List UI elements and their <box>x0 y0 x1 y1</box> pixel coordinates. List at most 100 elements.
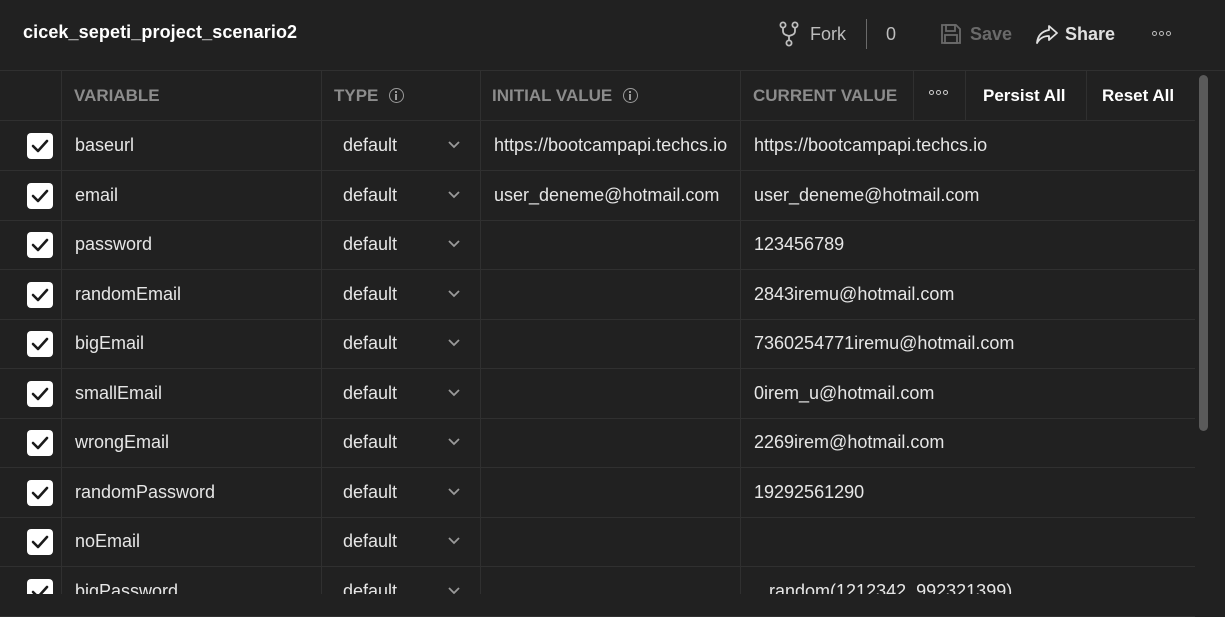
chevron-down-icon[interactable] <box>447 140 461 150</box>
save-button[interactable]: Save <box>940 20 1012 48</box>
column-header-current-value: CURRENT VALUE <box>753 85 898 105</box>
variable-name-cell[interactable]: wrongEmail <box>75 418 315 467</box>
current-value-cell[interactable]: https://bootcampapi.techcs.io <box>754 121 1184 170</box>
fork-label: Fork <box>810 23 846 44</box>
type-select[interactable]: default <box>343 418 433 467</box>
checkmark-icon <box>31 387 49 400</box>
column-divider <box>965 71 966 120</box>
checkmark-icon <box>31 288 49 301</box>
initial-value-cell[interactable] <box>494 369 737 418</box>
initial-value-cell[interactable]: user_deneme@hotmail.com <box>494 171 737 220</box>
variable-name-cell[interactable]: noEmail <box>75 517 315 566</box>
chevron-down-icon[interactable] <box>447 388 461 398</box>
initial-value-header-label: INITIAL VALUE <box>492 85 613 105</box>
top-bar: cicek_sepeti_project_scenario2 Fork 0 Sa… <box>0 0 1225 71</box>
column-divider <box>480 71 481 594</box>
initial-value-cell[interactable] <box>494 319 737 368</box>
save-label: Save <box>970 23 1013 44</box>
type-select[interactable]: default <box>343 468 433 517</box>
current-value-cell[interactable]: 2269irem@hotmail.com <box>754 418 1184 467</box>
fork-count[interactable]: 0 <box>886 24 896 45</box>
fork-icon <box>778 21 800 47</box>
variable-name-cell[interactable]: smallEmail <box>75 369 315 418</box>
row-enabled-checkbox[interactable] <box>27 331 53 357</box>
chevron-down-icon[interactable] <box>447 338 461 348</box>
type-select[interactable]: default <box>343 369 433 418</box>
checkmark-icon <box>31 486 49 499</box>
type-select[interactable]: default <box>343 171 433 220</box>
type-select[interactable]: default <box>343 220 433 269</box>
table-row: bigPassword default _.random(1212342, 9923… <box>0 567 1195 617</box>
chevron-down-icon[interactable] <box>447 536 461 546</box>
chevron-down-icon[interactable] <box>447 437 461 447</box>
type-select[interactable]: default <box>343 121 433 170</box>
checkmark-icon <box>31 535 49 549</box>
row-enabled-checkbox[interactable] <box>27 380 53 407</box>
table-row: wrongEmail default 2269irem@hotmail.com <box>0 418 1195 468</box>
reset-all-button[interactable]: Reset All <box>1102 71 1174 120</box>
current-value-cell[interactable]: 123456789 <box>754 220 1184 269</box>
checkmark-icon <box>31 189 49 202</box>
initial-value-cell[interactable] <box>494 418 737 467</box>
type-select[interactable]: default <box>343 270 433 319</box>
initial-value-cell[interactable] <box>494 517 737 566</box>
row-enabled-checkbox[interactable] <box>27 182 53 209</box>
variable-name-cell[interactable]: baseurl <box>75 121 315 170</box>
chevron-down-icon[interactable] <box>447 190 461 200</box>
table-row: email default user_deneme@hotmail.com user_… <box>0 171 1195 221</box>
more-options-icon[interactable] <box>1152 27 1176 39</box>
initial-value-cell[interactable] <box>494 270 737 319</box>
variable-name-cell[interactable]: password <box>75 220 315 269</box>
column-divider <box>61 71 62 594</box>
persist-all-button[interactable]: Persist All <box>983 71 1066 120</box>
current-value-cell[interactable]: 0irem_u@hotmail.com <box>754 369 1184 418</box>
info-icon[interactable] <box>623 88 639 103</box>
info-icon[interactable] <box>389 88 405 103</box>
fork-button[interactable]: Fork <box>778 20 846 48</box>
variable-name-cell[interactable]: randomEmail <box>75 270 315 319</box>
chevron-down-icon[interactable] <box>447 487 461 497</box>
initial-value-cell[interactable] <box>494 220 737 269</box>
column-header-type: TYPE <box>334 71 405 120</box>
current-value-cell[interactable]: 7360254771iremu@hotmail.com <box>754 319 1184 368</box>
table-row: randomEmail default 2843iremu@hotmail.com <box>0 270 1195 320</box>
current-value-cell[interactable] <box>754 517 1184 566</box>
initial-value-cell[interactable]: https://bootcampapi.techcs.io <box>494 121 737 170</box>
chevron-down-icon[interactable] <box>447 289 461 299</box>
variable-name-cell[interactable]: randomPassword <box>75 468 315 517</box>
variable-name-cell[interactable]: email <box>75 171 315 220</box>
checkmark-icon <box>31 436 49 450</box>
share-label: Share <box>1065 23 1116 44</box>
table-header: VARIABLE TYPE INITIAL VALUE CURRENT VALU… <box>0 71 1195 121</box>
scrollbar-thumb[interactable] <box>1199 75 1208 431</box>
checkmark-icon <box>31 337 49 351</box>
row-enabled-checkbox[interactable] <box>27 529 53 555</box>
table-row: baseurl default https://bootcampapi.techcs… <box>0 121 1195 171</box>
table-row: password default 123456789 <box>0 220 1195 270</box>
initial-value-cell[interactable] <box>494 468 737 517</box>
column-divider <box>1086 71 1087 120</box>
current-value-cell[interactable]: 19292561290 <box>754 468 1184 517</box>
type-select[interactable]: default <box>343 319 433 368</box>
column-divider <box>913 71 914 120</box>
row-enabled-checkbox[interactable] <box>27 133 53 159</box>
row-enabled-checkbox[interactable] <box>27 430 53 456</box>
table-row: bigEmail default 7360254771iremu@hotmail.c… <box>0 319 1195 369</box>
column-divider <box>740 71 741 594</box>
row-enabled-checkbox[interactable] <box>27 281 53 308</box>
column-header-initial-value: INITIAL VALUE <box>492 71 639 120</box>
checkmark-icon <box>31 238 49 252</box>
chevron-down-icon[interactable] <box>447 239 461 249</box>
type-select[interactable]: default <box>343 517 433 566</box>
checkmark-icon <box>31 139 49 153</box>
current-value-cell[interactable]: 2843iremu@hotmail.com <box>754 270 1184 319</box>
current-value-cell[interactable]: user_deneme@hotmail.com <box>754 171 1184 220</box>
column-more-icon[interactable] <box>929 90 948 95</box>
type-header-label: TYPE <box>334 85 379 105</box>
share-button[interactable]: Share <box>1036 20 1115 48</box>
variable-name-cell[interactable]: bigEmail <box>75 319 315 368</box>
row-enabled-checkbox[interactable] <box>27 479 53 506</box>
save-icon <box>940 23 962 45</box>
collection-title[interactable]: cicek_sepeti_project_scenario2 <box>23 22 297 43</box>
row-enabled-checkbox[interactable] <box>27 232 53 258</box>
